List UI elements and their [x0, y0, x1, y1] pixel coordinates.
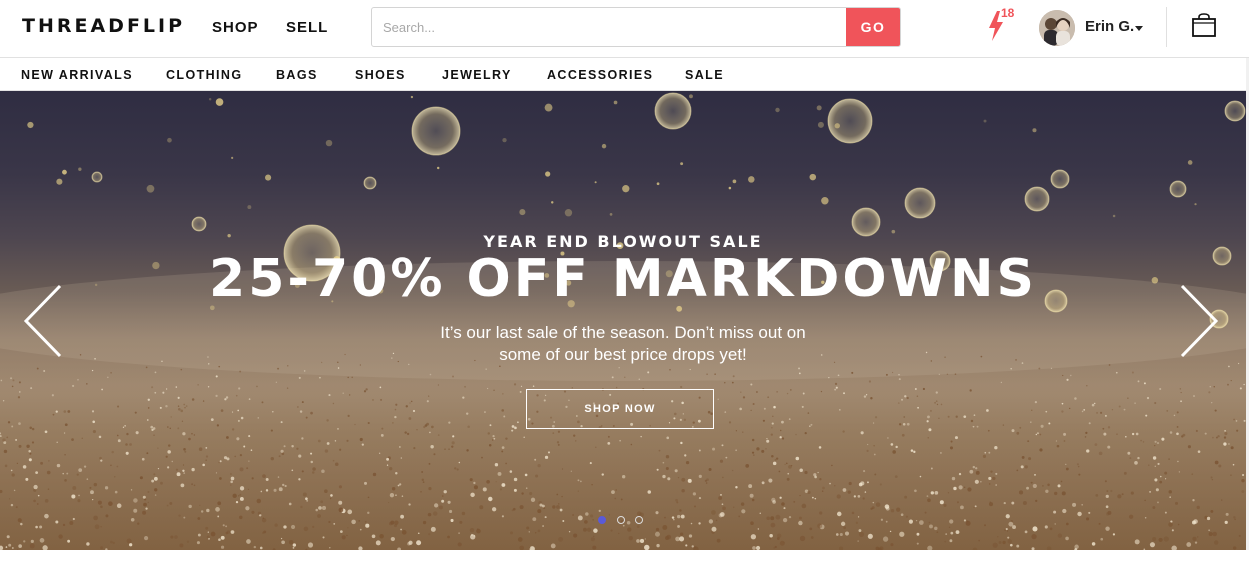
- user-name[interactable]: Erin G.: [1085, 18, 1134, 35]
- search-bar: GO: [371, 7, 901, 47]
- category-nav: NEW ARRIVALS CLOTHING BAGS SHOES JEWELRY…: [0, 58, 1249, 91]
- nav-shop[interactable]: SHOP: [212, 19, 259, 36]
- carousel-dot-3[interactable]: [635, 516, 643, 524]
- notification-count-badge: 18: [1001, 6, 1015, 20]
- hero-title: 25-70% OFF MARKDOWNS: [209, 249, 1037, 309]
- site-logo[interactable]: THREADFLIP: [22, 15, 185, 37]
- chevron-left-icon[interactable]: [22, 284, 62, 358]
- chevron-down-icon[interactable]: [1135, 26, 1143, 31]
- chevron-right-icon[interactable]: [1180, 284, 1220, 358]
- carousel-dot-1[interactable]: [598, 516, 606, 524]
- category-accessories[interactable]: ACCESSORIES: [547, 68, 653, 82]
- hero-subtitle: It’s our last sale of the season. Don’t …: [440, 323, 806, 364]
- search-input[interactable]: [372, 8, 847, 46]
- category-new-arrivals[interactable]: NEW ARRIVALS: [21, 68, 133, 82]
- top-header: THREADFLIP SHOP SELL GO 18 Erin G.: [0, 0, 1249, 58]
- category-bags[interactable]: BAGS: [276, 68, 318, 82]
- category-clothing[interactable]: CLOTHING: [166, 68, 242, 82]
- shopping-bag-icon[interactable]: [1191, 12, 1217, 38]
- glitter-background-image: [0, 92, 1246, 550]
- category-jewelry[interactable]: JEWELRY: [442, 68, 512, 82]
- header-divider: [1166, 7, 1167, 47]
- search-go-button[interactable]: GO: [846, 8, 900, 46]
- category-shoes[interactable]: SHOES: [355, 68, 406, 82]
- carousel-dot-2[interactable]: [617, 516, 625, 524]
- hero-banner[interactable]: YEAR END BLOWOUT SALE 25-70% OFF MARKDOW…: [0, 91, 1246, 550]
- nav-sell[interactable]: SELL: [286, 19, 328, 36]
- user-avatar[interactable]: [1039, 10, 1075, 46]
- category-sale[interactable]: SALE: [685, 68, 724, 82]
- shop-now-button[interactable]: SHOP NOW: [526, 389, 714, 429]
- avatar-photo: [1039, 10, 1075, 46]
